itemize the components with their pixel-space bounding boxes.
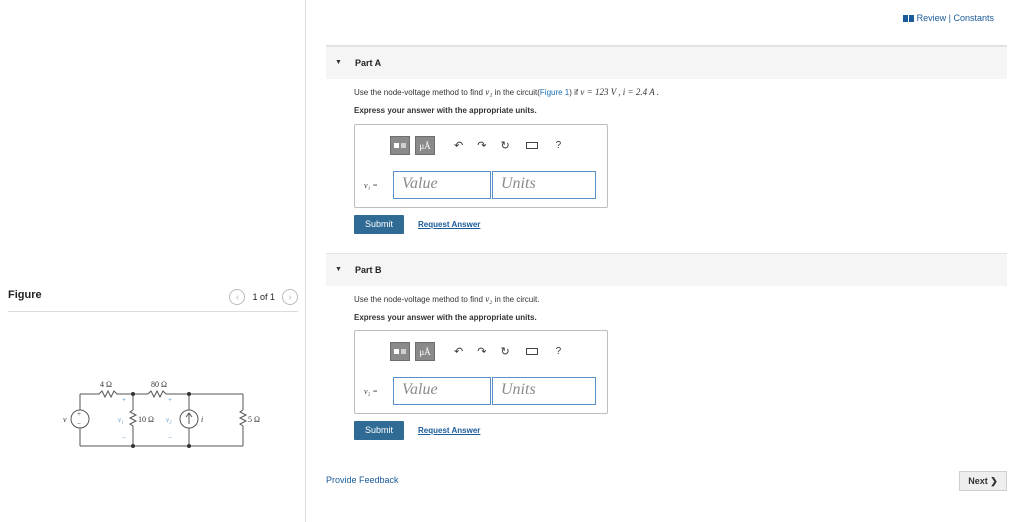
keyboard-icon[interactable] <box>525 348 538 355</box>
node-v1-minus: − <box>122 434 126 442</box>
prompt-text: Use the node-voltage method to find <box>354 88 486 97</box>
units-input[interactable]: Units <box>492 171 596 199</box>
part-a-instruction: Express your answer with the appropriate… <box>354 106 537 115</box>
figure-pager: ‹ 1 of 1 › <box>229 289 298 305</box>
prompt-text: Use the node-voltage method to find <box>354 295 486 304</box>
submit-button[interactable]: Submit <box>354 215 404 234</box>
next-button[interactable]: Next ❯ <box>959 471 1007 491</box>
node-v2-plus: + <box>168 396 172 404</box>
undo-icon[interactable]: ↶ <box>454 139 463 152</box>
redo-icon[interactable]: ↷ <box>477 139 486 152</box>
request-answer-link[interactable]: Request Answer <box>418 220 480 229</box>
units-button[interactable]: μÅ <box>415 136 435 155</box>
template-button[interactable] <box>390 136 410 155</box>
part-b-instruction: Express your answer with the appropriate… <box>354 313 537 322</box>
submit-button[interactable]: Submit <box>354 421 404 440</box>
figure-title: Figure <box>8 289 42 301</box>
part-b-header[interactable]: ▼ Part B <box>326 253 1007 286</box>
figure-pane: Figure ‹ 1 of 1 › v + − 4 Ω 80 Ω 10 Ω 5 … <box>0 0 306 522</box>
caret-down-icon: ▼ <box>335 266 342 273</box>
resistor-4-label: 4 Ω <box>100 380 112 389</box>
answer-label: v₁ = <box>364 181 378 190</box>
undo-icon[interactable]: ↶ <box>454 345 463 358</box>
review-constants-text: Review | Constants <box>916 13 994 23</box>
figure-link[interactable]: Figure 1 <box>540 88 569 97</box>
math-toolbar: μÅ ↶ ↷ ↻ ? <box>390 342 561 361</box>
part-a-title: Part A <box>355 58 382 68</box>
node-v2-minus: − <box>168 434 172 442</box>
figure-header: Figure ‹ 1 of 1 › <box>8 286 298 312</box>
next-figure-button[interactable]: › <box>282 289 298 305</box>
resistor-80-label: 80 Ω <box>151 380 167 389</box>
part-a-prompt: Use the node-voltage method to find v₁ i… <box>354 87 659 97</box>
node-v1-plus: + <box>122 396 126 404</box>
value-input[interactable]: Value <box>393 171 491 199</box>
caret-down-icon: ▼ <box>335 59 342 66</box>
prompt-text: in the circuit( <box>492 88 540 97</box>
pager-text: 1 of 1 <box>252 292 275 302</box>
part-a-header[interactable]: ▼ Part A <box>326 46 1007 79</box>
source-label: v <box>63 415 67 424</box>
book-icon <box>902 14 914 22</box>
prompt-condition: v = 123 V , i = 2.4 A . <box>580 87 660 97</box>
value-input[interactable]: Value <box>393 377 491 405</box>
redo-icon[interactable]: ↷ <box>477 345 486 358</box>
reset-icon[interactable]: ↻ <box>500 139 509 152</box>
part-a-answer-box: μÅ ↶ ↷ ↻ ? v₁ = Value Units <box>354 124 608 208</box>
current-label: i <box>201 415 203 424</box>
node-v1-label: v₁ <box>118 416 124 424</box>
keyboard-icon[interactable] <box>525 142 538 149</box>
part-b-title: Part B <box>355 265 382 275</box>
resistor-5-label: 5 Ω <box>248 415 260 424</box>
node-v2-label: v₂ <box>166 416 172 424</box>
review-constants-link[interactable]: Review | Constants <box>902 13 994 23</box>
provide-feedback-link[interactable]: Provide Feedback <box>326 475 399 485</box>
prev-figure-button[interactable]: ‹ <box>229 289 246 305</box>
help-icon[interactable]: ? <box>556 346 562 357</box>
part-b-answer-box: μÅ ↶ ↷ ↻ ? v₂ = Value Units <box>354 330 608 414</box>
template-button[interactable] <box>390 342 410 361</box>
request-answer-link[interactable]: Request Answer <box>418 426 480 435</box>
source-plus: + <box>77 410 81 418</box>
source-minus: − <box>77 420 81 428</box>
reset-icon[interactable]: ↻ <box>500 345 509 358</box>
prompt-text: ) if <box>569 88 581 97</box>
circuit-diagram: v + − 4 Ω 80 Ω 10 Ω 5 Ω i v₁ v₂ + + − − <box>63 380 260 448</box>
prompt-text: in the circuit. <box>492 295 540 304</box>
units-button[interactable]: μÅ <box>415 342 435 361</box>
units-input[interactable]: Units <box>492 377 596 405</box>
part-b-prompt: Use the node-voltage method to find v₂ i… <box>354 294 539 304</box>
help-icon[interactable]: ? <box>556 140 562 151</box>
resistor-10-label: 10 Ω <box>138 415 154 424</box>
question-pane: Review | Constants ▼ Part A Use the node… <box>307 0 1024 522</box>
math-toolbar: μÅ ↶ ↷ ↻ ? <box>390 136 561 155</box>
answer-label: v₂ = <box>364 387 378 396</box>
